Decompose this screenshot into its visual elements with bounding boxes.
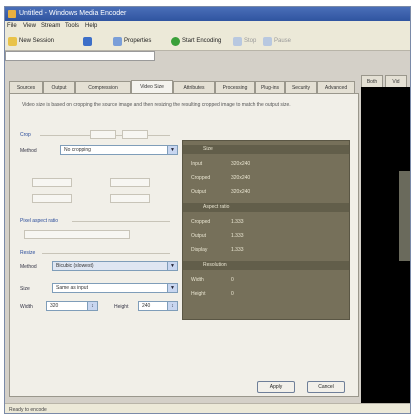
crop-group-label: Crop <box>20 132 31 138</box>
stat-value: 1.333 <box>231 219 244 225</box>
start-encoding-icon <box>171 36 180 46</box>
video-preview <box>361 87 410 405</box>
stat-label: Width <box>191 277 204 283</box>
chevron-down-icon: ▼ <box>167 262 177 270</box>
width-value: 320 <box>50 303 59 309</box>
crop-left-field[interactable] <box>32 178 72 187</box>
size-label: Size <box>20 286 30 292</box>
stat-value: 320x240 <box>231 189 251 195</box>
new-session-label: New Session <box>19 38 55 44</box>
spin-icon: ↕ <box>167 302 177 310</box>
stat-label: Cropped <box>191 219 211 225</box>
tab-processing[interactable]: Processing <box>215 81 255 93</box>
tab-attributes[interactable]: Attributes <box>173 81 215 93</box>
stats-aspect-header: Aspect ratio <box>183 203 349 212</box>
crop-bottom-field[interactable] <box>110 194 150 203</box>
spin-icon: ↕ <box>87 302 97 310</box>
resize-divider <box>42 253 170 254</box>
new-session-button[interactable]: New Session <box>8 35 54 47</box>
stop-icon <box>233 36 242 46</box>
size-value: Same as input <box>56 285 88 291</box>
stat-label: Height <box>191 291 206 297</box>
apply-button[interactable]: Apply <box>257 381 295 393</box>
crop-method-select[interactable]: No cropping ▼ <box>60 145 178 155</box>
tab-output[interactable]: Output <box>43 81 75 93</box>
stat-value: 1.333 <box>231 233 244 239</box>
crop-preset-field[interactable] <box>90 130 116 139</box>
pixel-aspect-group-label: Pixel aspect ratio <box>20 218 59 224</box>
resize-method-label: Method <box>20 264 37 270</box>
window-title: Untitled - Windows Media Encoder <box>19 10 127 17</box>
stat-value: 320x240 <box>231 161 251 167</box>
pixel-aspect-divider <box>72 221 170 222</box>
crop-top-field[interactable] <box>110 178 150 187</box>
new-session-icon <box>8 36 17 46</box>
pause-label: Pause <box>274 38 292 44</box>
save-icon <box>83 36 92 46</box>
preview-frame <box>399 171 410 261</box>
chevron-down-icon: ▼ <box>167 146 177 154</box>
properties-label: Properties <box>124 38 152 44</box>
size-select[interactable]: Same as input ▼ <box>52 283 178 293</box>
title-bar: Untitled - Windows Media Encoder <box>5 7 410 21</box>
stat-label: Display <box>191 247 208 253</box>
tab-plugins[interactable]: Plug-ins <box>255 81 285 93</box>
properties-button[interactable]: Properties <box>113 35 151 47</box>
stats-size-header: Size <box>183 145 349 154</box>
stop-button[interactable]: Stop <box>233 35 256 47</box>
resize-group-label: Resize <box>20 250 36 256</box>
menu-view[interactable]: View <box>23 23 36 29</box>
pause-icon <box>263 36 272 46</box>
resize-method-value: Bicubic (slowest) <box>56 263 94 269</box>
crop-method-label: Method <box>20 148 37 154</box>
start-encoding-label: Start Encoding <box>182 38 222 44</box>
tab-security[interactable]: Security <box>285 81 317 93</box>
tab-compression[interactable]: Compression <box>75 81 131 93</box>
pause-button[interactable]: Pause <box>263 35 291 47</box>
stat-value: 0 <box>231 277 234 283</box>
stat-value: 320x240 <box>231 175 251 181</box>
start-encoding-button[interactable]: Start Encoding <box>171 35 221 47</box>
viewport-tab-video[interactable]: Vid <box>385 75 407 87</box>
panel-description: Video size is based on cropping the sour… <box>22 102 291 108</box>
toolbar: New Session Properties Start Encoding St… <box>5 32 410 51</box>
crop-preset-field-2[interactable] <box>122 130 148 139</box>
app-icon <box>8 10 16 18</box>
height-stepper[interactable]: 240 ↕ <box>138 301 178 311</box>
stats-panel: Size Input 320x240 Cropped 320x240 Outpu… <box>182 140 350 320</box>
cancel-button[interactable]: Cancel <box>307 381 345 393</box>
tab-advanced[interactable]: Advanced <box>317 81 355 93</box>
width-stepper[interactable]: 320 ↕ <box>46 301 98 311</box>
resize-method-select[interactable]: Bicubic (slowest) ▼ <box>52 261 178 271</box>
stop-label: Stop <box>244 38 257 44</box>
tab-video-size[interactable]: Video Size <box>131 80 173 93</box>
stat-label: Cropped <box>191 175 211 181</box>
stat-label: Input <box>191 161 203 167</box>
height-label: Height <box>114 304 129 310</box>
stat-value: 1.333 <box>231 247 244 253</box>
chevron-down-icon: ▼ <box>167 284 177 292</box>
stat-label: Output <box>191 189 207 195</box>
menu-bar: File View Stream Tools Help <box>5 21 410 32</box>
save-button[interactable] <box>83 35 92 47</box>
path-box[interactable] <box>5 51 155 61</box>
pixel-aspect-field[interactable] <box>24 230 130 239</box>
menu-file[interactable]: File <box>7 23 17 29</box>
menu-help[interactable]: Help <box>85 23 97 29</box>
height-value: 240 <box>142 303 151 309</box>
tab-sources[interactable]: Sources <box>9 81 43 93</box>
stat-value: 0 <box>231 291 234 297</box>
crop-right-field[interactable] <box>32 194 72 203</box>
stat-label: Output <box>191 233 207 239</box>
status-bar: Ready to encode <box>5 403 410 413</box>
properties-icon <box>113 36 122 46</box>
stats-resolution-header: Resolution <box>183 261 349 270</box>
menu-tools[interactable]: Tools <box>65 23 79 29</box>
viewport-tab-both[interactable]: Both <box>361 75 383 87</box>
encoder-window: Untitled - Windows Media Encoder File Vi… <box>4 6 411 414</box>
width-label: Width <box>20 304 33 310</box>
menu-stream[interactable]: Stream <box>41 23 60 29</box>
crop-method-value: No cropping <box>64 147 91 153</box>
